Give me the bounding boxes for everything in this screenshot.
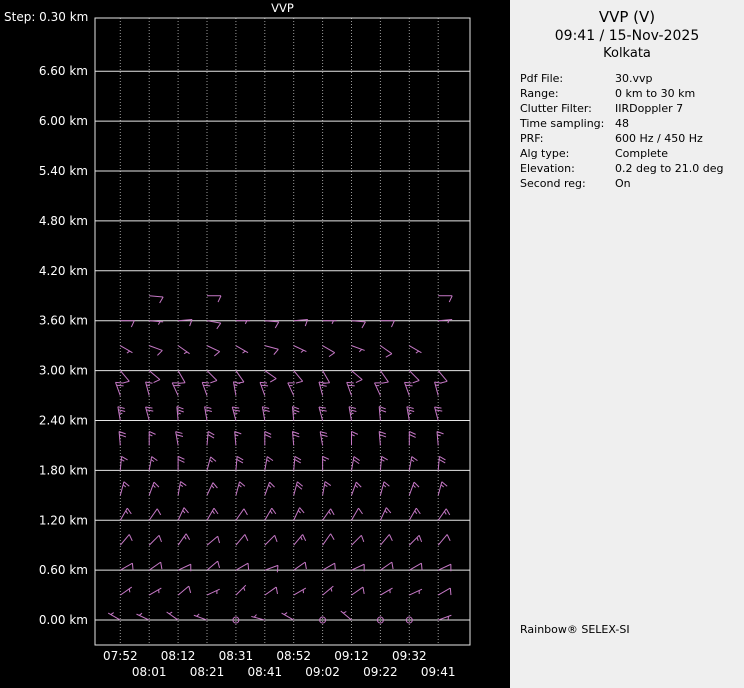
x-tick-label: 08:01	[132, 665, 167, 679]
y-tick-label: 4.20 km	[39, 264, 88, 278]
chart-area: 6.60 km 6.00 km 5.40 km 4.80 km 4.20 km 3.60 …	[0, 0, 510, 688]
info-panel: VVP (V) 09:41 / 15-Nov-2025 Kolkata Pdf …	[510, 0, 744, 688]
field-row: Elevation: 0.2 deg to 21.0 deg	[520, 161, 740, 176]
x-axis-labels: 07:52 08:01 08:12 08:21 08:31 08:41 08:52 09:02…	[103, 649, 455, 679]
field-label: Elevation:	[520, 162, 575, 175]
field-value: 30.vvp	[615, 72, 653, 85]
x-tick-label: 09:12	[334, 649, 369, 663]
y-tick-label: 5.40 km	[39, 164, 88, 178]
field-row: Time sampling: 48	[520, 116, 740, 131]
y-tick-label: 3.60 km	[39, 314, 88, 328]
field-value: 600 Hz / 450 Hz	[615, 132, 703, 145]
plot-frame	[94, 17, 471, 646]
time-gridlines	[119, 18, 439, 645]
x-tick-label: 09:41	[421, 665, 456, 679]
y-tick-label: 1.80 km	[39, 463, 88, 477]
field-label: Time sampling:	[520, 117, 605, 130]
x-tick-label: 08:31	[219, 649, 254, 663]
field-label: Pdf File:	[520, 72, 564, 85]
field-row: Alg type: Complete	[520, 146, 740, 161]
field-value: On	[615, 177, 631, 190]
field-value: IIRDoppler 7	[615, 102, 684, 115]
x-tick-label: 07:52	[103, 649, 138, 663]
field-label: Alg type:	[520, 147, 570, 160]
field-label: Second reg:	[520, 177, 586, 190]
field-value: 0.2 deg to 21.0 deg	[615, 162, 724, 175]
field-row: PRF: 600 Hz / 450 Hz	[520, 131, 740, 146]
y-tick-label: 4.80 km	[39, 214, 88, 228]
x-tick-label: 08:12	[161, 649, 196, 663]
y-tick-label: 0.00 km	[39, 613, 88, 627]
vvp-chart: 6.60 km 6.00 km 5.40 km 4.80 km 4.20 km 3.60 …	[4, 1, 471, 679]
x-tick-label: 09:32	[392, 649, 427, 663]
field-value: 48	[615, 117, 629, 130]
y-tick-label: 2.40 km	[39, 413, 88, 427]
x-tick-label: 09:02	[305, 665, 340, 679]
field-row: Pdf File: 30.vvp	[520, 71, 740, 86]
plot-title: VVP	[271, 1, 294, 15]
wind-barbs	[107, 295, 453, 624]
field-value: 0 km to 30 km	[615, 87, 696, 100]
panel-datetime: 09:41 / 15-Nov-2025	[554, 28, 700, 44]
x-tick-label: 09:22	[363, 665, 398, 679]
grid-lines	[95, 70, 470, 621]
y-tick-label: 0.60 km	[39, 563, 88, 577]
y-tick-label: 1.20 km	[39, 513, 88, 527]
field-row: Range: 0 km to 30 km	[520, 86, 740, 101]
y-tick-label: 3.00 km	[39, 364, 88, 378]
field-value: Complete	[615, 147, 669, 160]
field-label: Range:	[520, 87, 559, 100]
x-tick-label: 08:52	[276, 649, 311, 663]
chart-title: VVP	[271, 1, 294, 15]
field-row: Clutter Filter: IIRDoppler 7	[520, 101, 740, 116]
x-tick-label: 08:21	[190, 665, 225, 679]
y-axis-labels: 6.60 km 6.00 km 5.40 km 4.80 km 4.20 km 3.60 …	[4, 10, 88, 627]
field-list: Pdf File: 30.vvp Range: 0 km to 30 km Clutte…	[510, 71, 744, 191]
x-tick-label: 08:41	[248, 665, 283, 679]
field-row: Second reg: On	[520, 176, 740, 191]
panel-site: Kolkata	[603, 46, 651, 61]
y-tick-label: 6.60 km	[39, 64, 88, 78]
panel-title: VVP (V)	[598, 8, 656, 26]
brand-footer: Rainbow® SELEX-SI	[520, 623, 630, 636]
field-label: Clutter Filter:	[520, 102, 592, 115]
step-label: Step: 0.30 km	[4, 10, 88, 24]
y-tick-label: 6.00 km	[39, 114, 88, 128]
field-label: PRF:	[520, 132, 544, 145]
